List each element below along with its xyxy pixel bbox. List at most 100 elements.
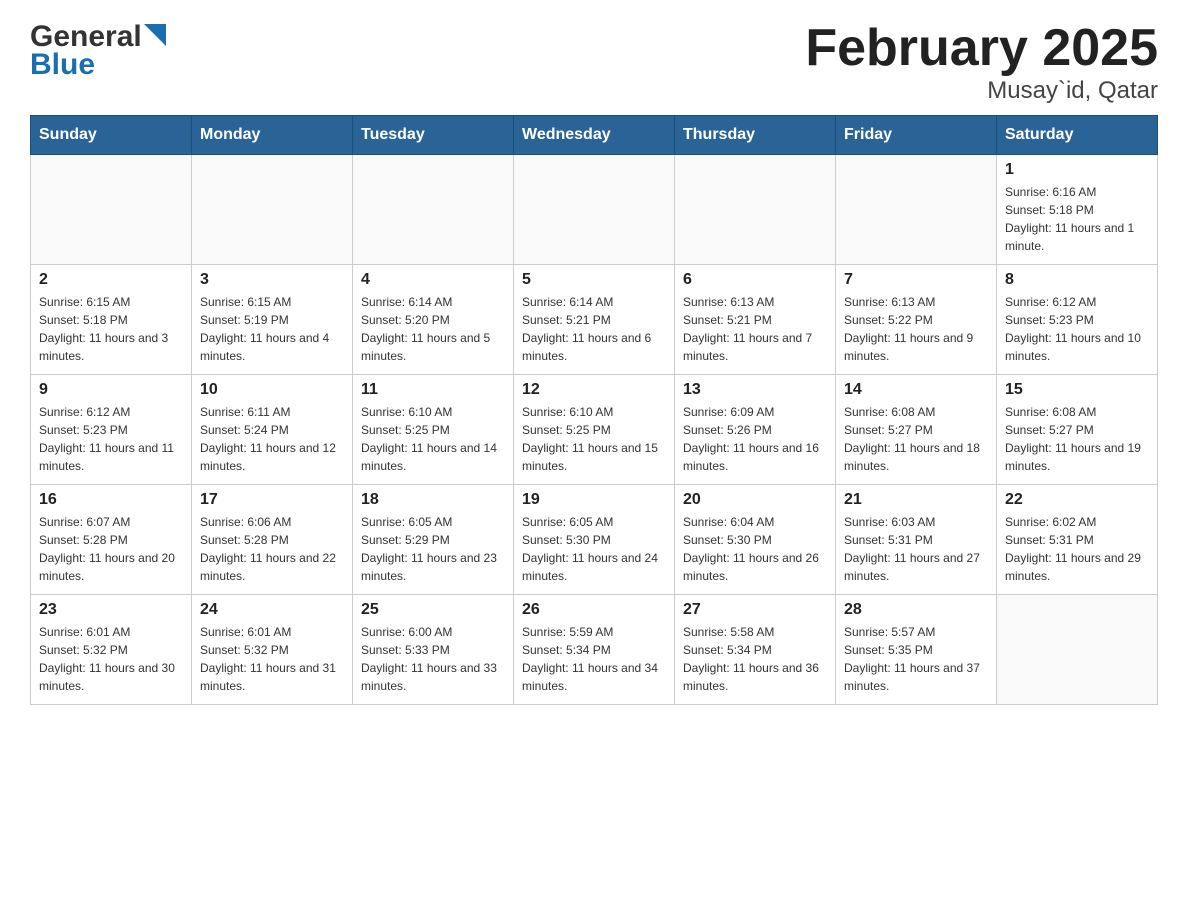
calendar-day-cell: 3Sunrise: 6:15 AMSunset: 5:19 PMDaylight… <box>192 265 353 375</box>
logo-blue-text: Blue <box>30 48 95 82</box>
day-info: Sunrise: 6:00 AMSunset: 5:33 PMDaylight:… <box>361 623 505 695</box>
day-info: Sunrise: 6:16 AMSunset: 5:18 PMDaylight:… <box>1005 183 1149 255</box>
logo: General Blue <box>30 20 166 82</box>
day-info: Sunrise: 6:15 AMSunset: 5:19 PMDaylight:… <box>200 293 344 365</box>
day-number: 13 <box>683 381 827 399</box>
day-number: 8 <box>1005 271 1149 289</box>
day-info: Sunrise: 6:12 AMSunset: 5:23 PMDaylight:… <box>39 403 183 475</box>
day-info: Sunrise: 6:07 AMSunset: 5:28 PMDaylight:… <box>39 513 183 585</box>
calendar-day-cell: 25 Sunrise: 6:00 AMSunset: 5:33 PMDayligh… <box>353 595 514 705</box>
day-info: Sunrise: 6:13 AMSunset: 5:22 PMDaylight:… <box>844 293 988 365</box>
day-info: Sunrise: 6:10 AMSunset: 5:25 PMDaylight:… <box>522 403 666 475</box>
day-info: Sunrise: 6:05 AMSunset: 5:30 PMDaylight:… <box>522 513 666 585</box>
calendar-day-cell: 8Sunrise: 6:12 AMSunset: 5:23 PMDaylight… <box>997 265 1158 375</box>
day-number: 11 <box>361 381 505 399</box>
col-wednesday: Wednesday <box>514 116 675 155</box>
col-monday: Monday <box>192 116 353 155</box>
calendar-day-cell: 10 Sunrise: 6:11 AMSunset: 5:24 PMDayligh… <box>192 375 353 485</box>
day-info: Sunrise: 6:13 AMSunset: 5:21 PMDaylight:… <box>683 293 827 365</box>
calendar-week-row: 23 Sunrise: 6:01 AMSunset: 5:32 PMDayligh… <box>31 595 1158 705</box>
day-number: 14 <box>844 381 988 399</box>
day-number: 26 <box>522 601 666 619</box>
day-number: 5 <box>522 271 666 289</box>
day-number: 9 <box>39 381 183 399</box>
day-number: 28 <box>844 601 988 619</box>
col-friday: Friday <box>836 116 997 155</box>
calendar-day-cell <box>31 155 192 265</box>
calendar-day-cell <box>353 155 514 265</box>
day-info: Sunrise: 5:57 AMSunset: 5:35 PMDaylight:… <box>844 623 988 695</box>
calendar-subtitle: Musay`id, Qatar <box>805 77 1158 105</box>
calendar-day-cell: 13 Sunrise: 6:09 AMSunset: 5:26 PMDayligh… <box>675 375 836 485</box>
day-info: Sunrise: 6:09 AMSunset: 5:26 PMDaylight:… <box>683 403 827 475</box>
calendar-day-cell: 28 Sunrise: 5:57 AMSunset: 5:35 PMDayligh… <box>836 595 997 705</box>
calendar-day-cell <box>675 155 836 265</box>
calendar-day-cell <box>836 155 997 265</box>
calendar-day-cell: 20 Sunrise: 6:04 AMSunset: 5:30 PMDayligh… <box>675 485 836 595</box>
day-number: 18 <box>361 491 505 509</box>
calendar-day-cell: 15Sunrise: 6:08 AMSunset: 5:27 PMDayligh… <box>997 375 1158 485</box>
day-info: Sunrise: 6:01 AMSunset: 5:32 PMDaylight:… <box>200 623 344 695</box>
calendar-day-cell: 23 Sunrise: 6:01 AMSunset: 5:32 PMDayligh… <box>31 595 192 705</box>
day-number: 15 <box>1005 381 1149 399</box>
calendar-week-row: 1 Sunrise: 6:16 AMSunset: 5:18 PMDaylight… <box>31 155 1158 265</box>
title-block: February 2025 Musay`id, Qatar <box>805 20 1158 105</box>
col-sunday: Sunday <box>31 116 192 155</box>
day-number: 16 <box>39 491 183 509</box>
day-number: 24 <box>200 601 344 619</box>
day-info: Sunrise: 6:03 AMSunset: 5:31 PMDaylight:… <box>844 513 988 585</box>
day-number: 22 <box>1005 491 1149 509</box>
calendar-day-cell: 9 Sunrise: 6:12 AMSunset: 5:23 PMDaylight… <box>31 375 192 485</box>
calendar-day-cell: 5 Sunrise: 6:14 AMSunset: 5:21 PMDaylight… <box>514 265 675 375</box>
calendar-day-cell: 6 Sunrise: 6:13 AMSunset: 5:21 PMDaylight… <box>675 265 836 375</box>
calendar-day-cell: 21Sunrise: 6:03 AMSunset: 5:31 PMDayligh… <box>836 485 997 595</box>
day-number: 27 <box>683 601 827 619</box>
calendar-week-row: 2 Sunrise: 6:15 AMSunset: 5:18 PMDaylight… <box>31 265 1158 375</box>
day-info: Sunrise: 6:14 AMSunset: 5:21 PMDaylight:… <box>522 293 666 365</box>
calendar-day-cell: 22 Sunrise: 6:02 AMSunset: 5:31 PMDayligh… <box>997 485 1158 595</box>
day-number: 1 <box>1005 161 1149 179</box>
day-info: Sunrise: 6:15 AMSunset: 5:18 PMDaylight:… <box>39 293 183 365</box>
day-info: Sunrise: 6:02 AMSunset: 5:31 PMDaylight:… <box>1005 513 1149 585</box>
calendar-body: 1 Sunrise: 6:16 AMSunset: 5:18 PMDaylight… <box>31 155 1158 705</box>
calendar-day-cell <box>192 155 353 265</box>
day-info: Sunrise: 5:58 AMSunset: 5:34 PMDaylight:… <box>683 623 827 695</box>
day-number: 10 <box>200 381 344 399</box>
calendar-day-cell: 4Sunrise: 6:14 AMSunset: 5:20 PMDaylight… <box>353 265 514 375</box>
day-info: Sunrise: 6:04 AMSunset: 5:30 PMDaylight:… <box>683 513 827 585</box>
day-info: Sunrise: 6:11 AMSunset: 5:24 PMDaylight:… <box>200 403 344 475</box>
calendar-day-cell: 16 Sunrise: 6:07 AMSunset: 5:28 PMDayligh… <box>31 485 192 595</box>
day-info: Sunrise: 6:14 AMSunset: 5:20 PMDaylight:… <box>361 293 505 365</box>
page-header: General Blue February 2025 Musay`id, Qat… <box>30 20 1158 105</box>
day-number: 23 <box>39 601 183 619</box>
day-info: Sunrise: 6:08 AMSunset: 5:27 PMDaylight:… <box>844 403 988 475</box>
calendar-day-cell: 18 Sunrise: 6:05 AMSunset: 5:29 PMDayligh… <box>353 485 514 595</box>
col-saturday: Saturday <box>997 116 1158 155</box>
calendar-day-cell: 24 Sunrise: 6:01 AMSunset: 5:32 PMDayligh… <box>192 595 353 705</box>
calendar-day-cell: 14 Sunrise: 6:08 AMSunset: 5:27 PMDayligh… <box>836 375 997 485</box>
header-row: Sunday Monday Tuesday Wednesday Thursday… <box>31 116 1158 155</box>
day-number: 17 <box>200 491 344 509</box>
day-info: Sunrise: 6:01 AMSunset: 5:32 PMDaylight:… <box>39 623 183 695</box>
calendar-day-cell: 2 Sunrise: 6:15 AMSunset: 5:18 PMDaylight… <box>31 265 192 375</box>
day-number: 25 <box>361 601 505 619</box>
calendar-title: February 2025 <box>805 20 1158 77</box>
day-number: 7 <box>844 271 988 289</box>
calendar-header: Sunday Monday Tuesday Wednesday Thursday… <box>31 116 1158 155</box>
day-info: Sunrise: 6:06 AMSunset: 5:28 PMDaylight:… <box>200 513 344 585</box>
calendar-week-row: 9 Sunrise: 6:12 AMSunset: 5:23 PMDaylight… <box>31 375 1158 485</box>
day-number: 2 <box>39 271 183 289</box>
day-info: Sunrise: 5:59 AMSunset: 5:34 PMDaylight:… <box>522 623 666 695</box>
day-info: Sunrise: 6:05 AMSunset: 5:29 PMDaylight:… <box>361 513 505 585</box>
day-number: 6 <box>683 271 827 289</box>
logo-arrow-icon <box>144 24 166 46</box>
calendar-day-cell: 11Sunrise: 6:10 AMSunset: 5:25 PMDayligh… <box>353 375 514 485</box>
calendar-day-cell: 1 Sunrise: 6:16 AMSunset: 5:18 PMDaylight… <box>997 155 1158 265</box>
day-number: 20 <box>683 491 827 509</box>
col-tuesday: Tuesday <box>353 116 514 155</box>
calendar-table: Sunday Monday Tuesday Wednesday Thursday… <box>30 115 1158 705</box>
day-number: 19 <box>522 491 666 509</box>
day-number: 12 <box>522 381 666 399</box>
calendar-day-cell: 19 Sunrise: 6:05 AMSunset: 5:30 PMDayligh… <box>514 485 675 595</box>
calendar-day-cell <box>997 595 1158 705</box>
